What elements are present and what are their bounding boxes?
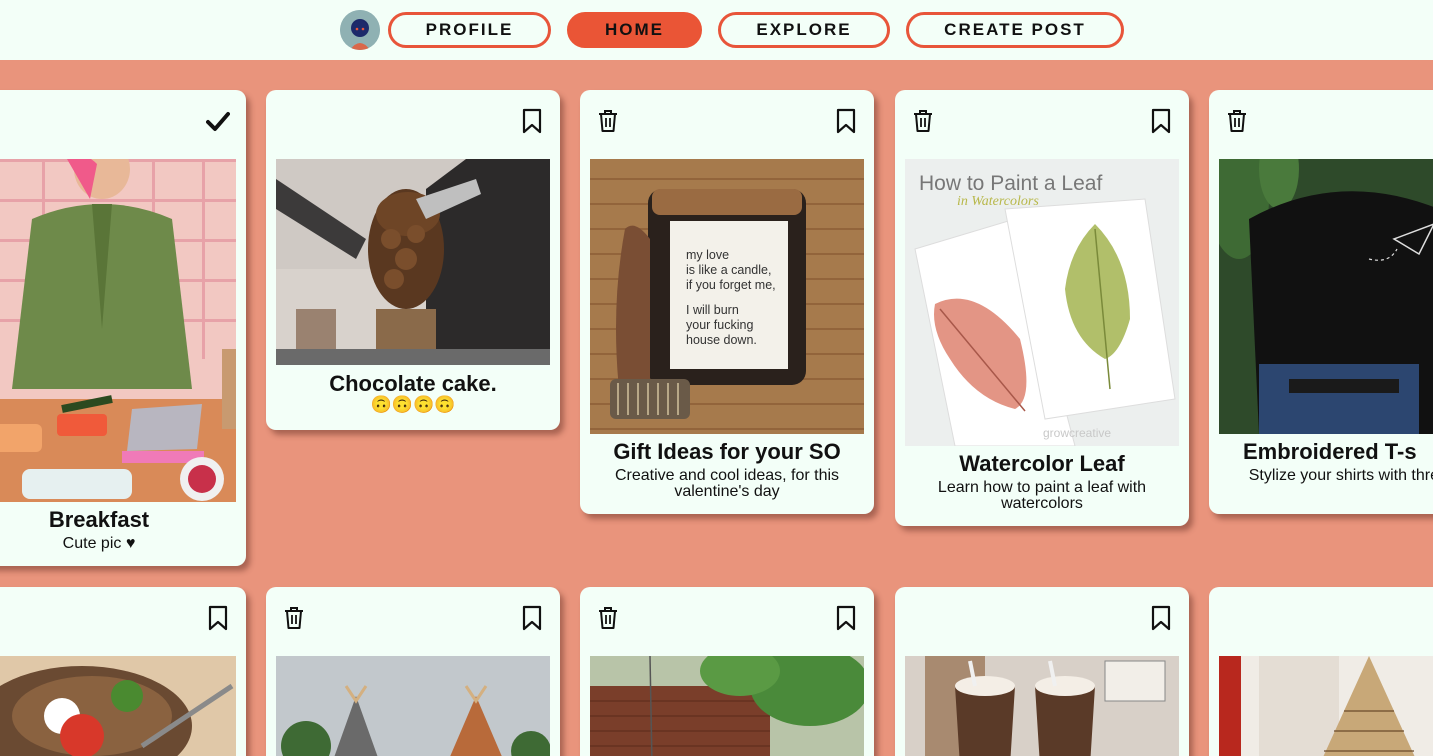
post-card[interactable] <box>895 587 1189 756</box>
post-image <box>1219 656 1433 756</box>
post-image <box>0 159 236 502</box>
candle-label-line: is like a candle, <box>686 263 771 277</box>
bookmark-icon[interactable] <box>1149 605 1173 631</box>
post-description: 🙃🙃🙃🙃 <box>370 395 456 414</box>
post-card[interactable]: Breakfast Cute pic ♥ <box>0 90 246 566</box>
post-card[interactable] <box>0 587 246 756</box>
nav-home-button[interactable]: HOME <box>567 12 702 48</box>
post-title: Breakfast <box>48 507 150 532</box>
top-nav-bar: PROFILE HOME EXPLORE CREATE POST <box>0 0 1433 60</box>
check-icon[interactable] <box>206 108 230 134</box>
post-description: Stylize your shirts with thread hoop! <box>1248 467 1433 484</box>
post-card[interactable]: Chocolate cake. 🙃🙃🙃🙃 <box>266 90 560 430</box>
post-title: Gift Ideas for your SO <box>613 439 841 464</box>
leaf-image-subheading: in Watercolors <box>957 194 1039 209</box>
post-description: Creative and cool ideas, for this valent… <box>614 467 840 500</box>
candle-label-line: if you forget me, <box>686 278 776 292</box>
post-image <box>1219 159 1433 434</box>
post-card[interactable] <box>266 587 560 756</box>
post-image <box>590 656 864 756</box>
post-card[interactable] <box>1209 587 1433 756</box>
nav-create-post-button[interactable]: CREATE POST <box>906 12 1124 48</box>
bookmark-icon[interactable] <box>520 605 544 631</box>
bookmark-icon[interactable] <box>834 605 858 631</box>
post-card[interactable] <box>580 587 874 756</box>
post-image <box>276 159 550 365</box>
nav-explore-button[interactable]: EXPLORE <box>718 12 890 48</box>
post-image: How to Paint a Leaf in Watercolors growc… <box>905 159 1179 446</box>
bookmark-icon[interactable] <box>1149 108 1173 134</box>
nav-profile-button[interactable]: PROFILE <box>388 12 551 48</box>
post-card[interactable]: my love is like a candle, if you forget … <box>580 90 874 514</box>
leaf-image-watermark: growcreative <box>1043 426 1111 440</box>
candle-label-line: your fucking <box>686 318 753 332</box>
trash-icon[interactable] <box>596 108 620 134</box>
trash-icon[interactable] <box>1225 108 1249 134</box>
bookmark-icon[interactable] <box>206 605 230 631</box>
post-image <box>905 656 1179 756</box>
avatar[interactable] <box>340 10 380 50</box>
post-title: Watercolor Leaf <box>959 451 1125 476</box>
post-card[interactable]: Embroidered T-s Stylize your shirts with… <box>1209 90 1433 514</box>
candle-label-line: I will burn <box>686 303 739 317</box>
post-description: Cute pic ♥ <box>62 535 136 552</box>
post-image <box>0 656 236 756</box>
bookmark-icon[interactable] <box>520 108 544 134</box>
post-card[interactable]: How to Paint a Leaf in Watercolors growc… <box>895 90 1189 526</box>
candle-label-line: my love <box>686 248 729 262</box>
post-title: Embroidered T-s <box>1243 439 1417 464</box>
candle-label-line: house down. <box>686 333 757 347</box>
post-image <box>276 656 550 756</box>
trash-icon[interactable] <box>596 605 620 631</box>
post-description: Learn how to paint a leaf with watercolo… <box>937 479 1147 512</box>
bookmark-icon[interactable] <box>834 108 858 134</box>
trash-icon[interactable] <box>282 605 306 631</box>
post-title: Chocolate cake. <box>329 371 497 396</box>
leaf-image-heading: How to Paint a Leaf <box>919 172 1102 195</box>
trash-icon[interactable] <box>911 108 935 134</box>
post-image: my love is like a candle, if you forget … <box>590 159 864 434</box>
